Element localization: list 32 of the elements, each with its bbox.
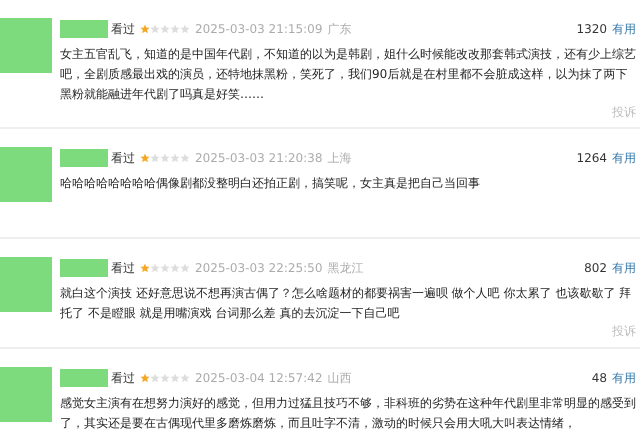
useful-link[interactable]: 有用 — [612, 150, 636, 166]
name-redaction — [60, 369, 108, 387]
name-redaction — [60, 149, 108, 167]
avatar[interactable] — [0, 367, 52, 422]
comment-text: 感觉女主演有在想努力演好的感觉，但用力过猛且技巧不够，非科班的劣势在这种年代剧里非常明显的感受到了，其实还是要在古偶现代里多磨炼磨炼，而且吐字不清，激动的时候只会用大吼大叫表达情绪， — [60, 395, 636, 432]
comment-text: 就白这个演技 还好意思说不想再演古偶了？怎么啥题材的都要祸害一遍呗 做个人吧 你太累了 也该歇歇了 拜托了 不是瞪眼 就是用嘴演戏 台词那么差 真的去沉淀一下自己吧 — [60, 285, 632, 322]
comment-location: 广东 — [327, 20, 352, 38]
comment-time: 2025-03-03 22:25:50 — [195, 261, 322, 275]
name-redaction — [60, 20, 108, 38]
comment-time: 2025-03-03 21:20:38 — [195, 151, 322, 165]
useful-link[interactable]: 有用 — [612, 20, 636, 38]
comment-location: 黑龙江 — [327, 260, 364, 276]
name-redaction — [60, 259, 108, 277]
watch-status: 看过 — [111, 20, 135, 38]
watch-status: 看过 — [111, 260, 135, 276]
vote-count: 1320 — [576, 22, 607, 36]
watch-status: 看过 — [111, 370, 135, 386]
useful-link[interactable]: 有用 — [612, 260, 636, 276]
watch-status: 看过 — [111, 150, 135, 166]
avatar[interactable] — [0, 257, 52, 312]
vote-count: 48 — [592, 371, 607, 385]
vote-count: 1264 — [576, 151, 607, 165]
avatar[interactable] — [0, 147, 52, 202]
comment-time: 2025-03-04 12:57:42 — [195, 371, 322, 385]
comment-text: 哈哈哈哈哈哈哈哈偶像剧都没整明白还拍正剧，搞笑呢，女主真是把自己当回事 — [60, 175, 481, 192]
comment-time: 2025-03-03 21:15:09 — [195, 22, 322, 36]
comment-location: 上海 — [327, 150, 352, 166]
comment-text: 女主五官乱飞，知道的是中国年代剧，不知道的以为是韩剧，姐什么时候能改改那套韩式演技，还有少上综艺吧，全剧质感最出戏的演员，还特地抹黑粉，笑死了，我们90后就是在村里都不会脏成这样，以为抹了两下黑粉就能融进年代剧了吗真是好笑…… — [60, 46, 636, 103]
comment-location: 山西 — [327, 370, 352, 386]
useful-link[interactable]: 有用 — [612, 370, 636, 386]
vote-count: 802 — [584, 261, 607, 275]
avatar[interactable] — [0, 18, 52, 73]
